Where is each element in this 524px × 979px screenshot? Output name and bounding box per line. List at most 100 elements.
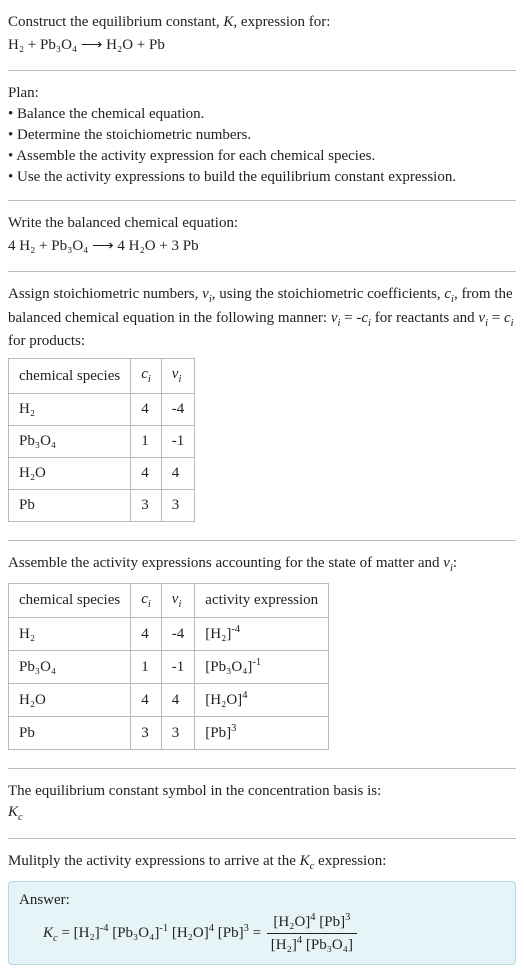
answer-box: Answer: Kc = [H₂]-4 [Pb₃O₄]-1 [H₂O]4 [Pb…: [8, 881, 516, 965]
term-pow: 3: [345, 912, 350, 923]
plan-item: • Assemble the activity expression for e…: [8, 146, 516, 167]
col-vi: νi: [161, 583, 195, 618]
fraction: [H₂O]4 [Pb]3 [H₂]4 [Pb₃O₄]: [267, 911, 357, 956]
cell-species: Pb₃O₄: [9, 651, 131, 684]
cell-species: Pb₃O₄: [9, 426, 131, 458]
plan-item-text: Use the activity expressions to build th…: [17, 169, 456, 185]
expr-pow: 4: [242, 690, 247, 701]
term-base: [H₂O]: [273, 914, 310, 930]
divider: [8, 838, 516, 839]
cell-vi: 4: [161, 684, 195, 717]
cell-vi: 3: [161, 490, 195, 522]
plan-item-text: Balance the chemical equation.: [17, 106, 204, 122]
table-row: H₂O 4 4: [9, 458, 195, 490]
kc-letter: K: [43, 925, 53, 941]
balanced-equation: 4 H₂ + Pb₃O₄ ⟶ 4 H₂O + 3 Pb: [8, 236, 516, 257]
term-pow: 4: [310, 912, 315, 923]
final-text: Mulitply the activity expressions to arr…: [8, 853, 300, 869]
col-activity: activity expression: [195, 583, 329, 618]
intro-section: Construct the equilibrium constant, K, e…: [8, 4, 516, 66]
expr-base: [Pb]: [205, 725, 231, 741]
balanced-heading: Write the balanced chemical equation:: [8, 213, 516, 234]
construct-prefix: Construct the equilibrium constant, K, e…: [8, 14, 330, 30]
table-row: Pb₃O₄ 1 -1 [Pb₃O₄]-1: [9, 651, 329, 684]
col-species: chemical species: [9, 359, 131, 394]
stoich-section: Assign stoichiometric numbers, νi , using…: [8, 276, 516, 536]
cell-activity: [H₂]-4: [195, 618, 329, 651]
cell-ci: 4: [131, 618, 162, 651]
term-pow: 3: [244, 923, 249, 934]
col-vi: νi: [161, 359, 195, 394]
cell-ci: 1: [131, 651, 162, 684]
expr-base: [Pb₃O₄]: [205, 659, 252, 675]
activity-table: chemical species ci νi activity expressi…: [8, 583, 329, 751]
term-base: [H₂]: [74, 925, 100, 941]
expr-pow: -1: [252, 657, 261, 668]
term-pow: -1: [159, 923, 168, 934]
divider: [8, 200, 516, 201]
unbalanced-equation: H₂ + Pb₃O₄ ⟶ H₂O + Pb: [8, 35, 516, 56]
expr-pow: -4: [231, 624, 240, 635]
term-base: [Pb₃O₄]: [306, 937, 353, 953]
term-base: [Pb₃O₄]: [112, 925, 159, 941]
col-species: chemical species: [9, 583, 131, 618]
final-text: expression:: [314, 853, 386, 869]
expr-pow: 3: [231, 723, 236, 734]
plan-item: • Balance the chemical equation.: [8, 104, 516, 125]
divider: [8, 271, 516, 272]
symbol-text: The equilibrium constant symbol in the c…: [8, 781, 516, 802]
kc-sub: c: [53, 933, 58, 944]
term-pow: 4: [297, 935, 302, 946]
cell-vi: -4: [161, 618, 195, 651]
cell-activity: [H₂O]4: [195, 684, 329, 717]
cell-vi: -1: [161, 426, 195, 458]
fraction-numerator: [H₂O]4 [Pb]3: [267, 911, 357, 934]
cell-ci: 4: [131, 458, 162, 490]
kc-sub: c: [18, 812, 23, 823]
cell-ci: 3: [131, 717, 162, 750]
cell-ci: 3: [131, 490, 162, 522]
activity-text: Assemble the activity expressions accoun…: [8, 555, 443, 571]
divider: [8, 768, 516, 769]
kc-letter: K: [8, 804, 18, 820]
term-pow: -4: [100, 923, 109, 934]
cell-vi: -4: [161, 394, 195, 426]
plan-section: Plan: • Balance the chemical equation. •…: [8, 75, 516, 196]
divider: [8, 540, 516, 541]
table-row: Pb 3 3: [9, 490, 195, 522]
balanced-section: Write the balanced chemical equation: 4 …: [8, 205, 516, 267]
table-header-row: chemical species ci νi activity expressi…: [9, 583, 329, 618]
stoich-text: for products:: [8, 333, 85, 349]
cell-species: H₂O: [9, 684, 131, 717]
activity-section: Assemble the activity expressions accoun…: [8, 545, 516, 764]
table-row: H₂ 4 -4: [9, 394, 195, 426]
term-base: [H₂]: [271, 937, 297, 953]
table-row: Pb₃O₄ 1 -1: [9, 426, 195, 458]
plan-heading: Plan:: [8, 83, 516, 104]
table-row: H₂ 4 -4 [H₂]-4: [9, 618, 329, 651]
table-row: Pb 3 3 [Pb]3: [9, 717, 329, 750]
col-ci: ci: [131, 583, 162, 618]
expr-base: [H₂O]: [205, 692, 242, 708]
cell-vi: -1: [161, 651, 195, 684]
term-base: [H₂O]: [172, 925, 209, 941]
cell-species: Pb: [9, 490, 131, 522]
term-base: [Pb]: [319, 914, 345, 930]
plan-item-text: Determine the stoichiometric numbers.: [17, 127, 251, 143]
stoich-text: Assign stoichiometric numbers,: [8, 286, 202, 302]
table-header-row: chemical species ci νi: [9, 359, 195, 394]
symbol-section: The equilibrium constant symbol in the c…: [8, 773, 516, 834]
term-base: [Pb]: [218, 925, 244, 941]
stoich-text: for reactants and: [371, 310, 478, 326]
divider: [8, 70, 516, 71]
stoich-table: chemical species ci νi H₂ 4 -4 Pb₃O₄ 1 -…: [8, 358, 195, 522]
plan-item: • Use the activity expressions to build …: [8, 167, 516, 188]
table-row: H₂O 4 4 [H₂O]4: [9, 684, 329, 717]
cell-vi: 4: [161, 458, 195, 490]
cell-vi: 3: [161, 717, 195, 750]
symbol-kc: Kc: [8, 802, 516, 826]
fraction-denominator: [H₂]4 [Pb₃O₄]: [267, 934, 357, 956]
stoich-text: , using the stoichiometric coefficients,: [212, 286, 445, 302]
stoich-heading: Assign stoichiometric numbers, νi, using…: [8, 284, 516, 352]
activity-text: :: [453, 555, 457, 571]
